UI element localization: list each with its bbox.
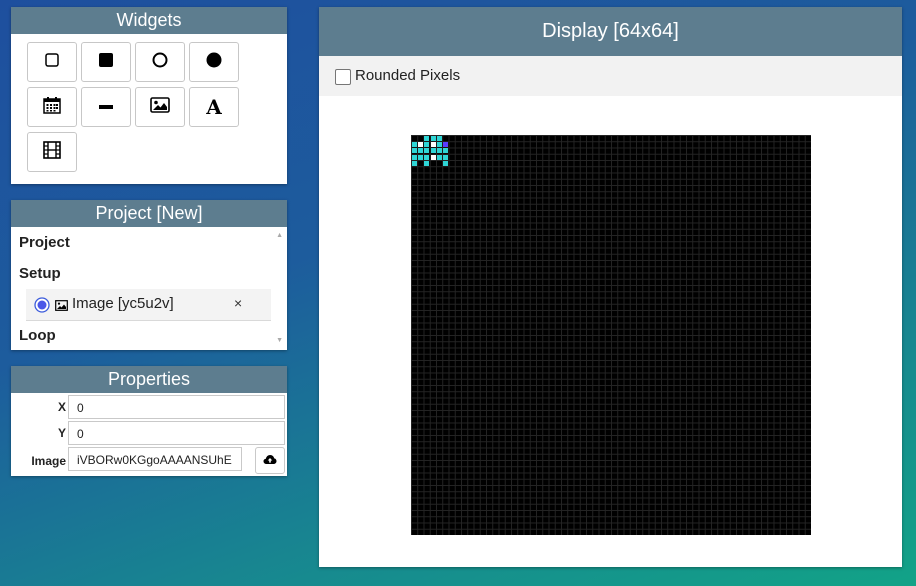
square-filled-icon xyxy=(99,52,113,72)
lit-pixel xyxy=(424,160,430,166)
display-header: Display [64x64] xyxy=(319,7,902,56)
y-label: Y xyxy=(57,426,66,440)
cloud-upload-icon xyxy=(263,452,277,470)
image-data-input[interactable]: iVBORw0KGgoAAAANSUhE xyxy=(68,447,242,471)
upload-button[interactable] xyxy=(255,447,285,474)
scroll-up-arrow[interactable]: ▲ xyxy=(276,232,283,239)
circle-filled-icon xyxy=(206,52,222,73)
setup-item-label: Image [yc5u2v] xyxy=(72,295,174,312)
section-loop[interactable]: Loop xyxy=(19,327,56,344)
properties-panel: Properties X 0 Y 0 Image iVBORw0KGgoAAAA… xyxy=(11,366,287,476)
lit-pixel xyxy=(443,142,449,148)
text-icon: A xyxy=(206,95,222,119)
lit-pixel xyxy=(430,154,436,160)
lit-pixel xyxy=(424,148,430,154)
display-toolbar: Rounded Pixels xyxy=(319,56,902,96)
lit-pixel xyxy=(430,142,436,148)
delete-item-button[interactable]: × xyxy=(234,295,242,311)
section-setup[interactable]: Setup xyxy=(19,265,61,282)
lit-pixel xyxy=(424,135,430,141)
properties-header: Properties xyxy=(11,366,287,393)
y-input[interactable]: 0 xyxy=(68,421,285,445)
section-project[interactable]: Project xyxy=(19,234,70,251)
circle-outline-button[interactable] xyxy=(135,42,185,82)
lit-pixel xyxy=(430,148,436,154)
lit-pixel xyxy=(418,142,424,148)
setup-item-image[interactable]: Image [yc5u2v] × xyxy=(26,289,271,321)
lit-pixel xyxy=(411,142,417,148)
film-icon xyxy=(43,140,61,164)
prop-row-image: Image iVBORw0KGgoAAAANSUhE xyxy=(11,446,287,474)
radio-selected-icon[interactable] xyxy=(34,297,50,318)
lit-pixel xyxy=(436,154,442,160)
project-panel: Project [New] ▲ Project Setup Image [yc5… xyxy=(11,200,287,350)
image-button[interactable] xyxy=(135,87,185,127)
line-icon xyxy=(99,98,113,116)
lit-pixel xyxy=(424,154,430,160)
rect-filled-button[interactable] xyxy=(81,42,131,82)
line-button[interactable] xyxy=(81,87,131,127)
lit-pixel xyxy=(411,154,417,160)
circle-outline-icon xyxy=(152,52,168,73)
lit-pixel xyxy=(443,148,449,154)
scroll-down-arrow[interactable]: ▼ xyxy=(276,337,283,344)
circle-filled-button[interactable] xyxy=(189,42,239,82)
lit-pixel xyxy=(443,154,449,160)
prop-row-y: Y 0 xyxy=(11,420,287,446)
widgets-panel: Widgets A xyxy=(11,7,287,184)
project-header: Project [New] xyxy=(11,200,287,227)
lit-pixel xyxy=(411,160,417,166)
calendar-button[interactable] xyxy=(27,87,77,127)
image-icon xyxy=(150,96,170,118)
lit-pixel xyxy=(418,148,424,154)
rounded-pixels-checkbox[interactable] xyxy=(335,69,351,85)
square-outline-icon xyxy=(45,52,59,72)
lit-pixel xyxy=(430,135,436,141)
lit-pixel xyxy=(424,142,430,148)
lit-pixel xyxy=(436,142,442,148)
lit-pixel xyxy=(411,148,417,154)
lit-pixel xyxy=(418,154,424,160)
widgets-header: Widgets xyxy=(11,7,287,34)
lit-pixel xyxy=(436,135,442,141)
rounded-pixels-label[interactable]: Rounded Pixels xyxy=(355,67,460,84)
display-panel: Display [64x64] Rounded Pixels xyxy=(319,7,902,567)
x-input[interactable]: 0 xyxy=(68,395,285,419)
text-button[interactable]: A xyxy=(189,87,239,127)
prop-row-x: X 0 xyxy=(11,394,287,420)
image-label: Image xyxy=(31,454,66,468)
rect-outline-button[interactable] xyxy=(27,42,77,82)
animation-button[interactable] xyxy=(27,132,77,172)
lit-pixel xyxy=(436,148,442,154)
led-matrix-canvas[interactable] xyxy=(411,135,811,535)
lit-pixel xyxy=(443,160,449,166)
image-small-icon xyxy=(55,298,68,316)
x-label: X xyxy=(57,400,66,414)
calendar-icon xyxy=(43,96,61,119)
